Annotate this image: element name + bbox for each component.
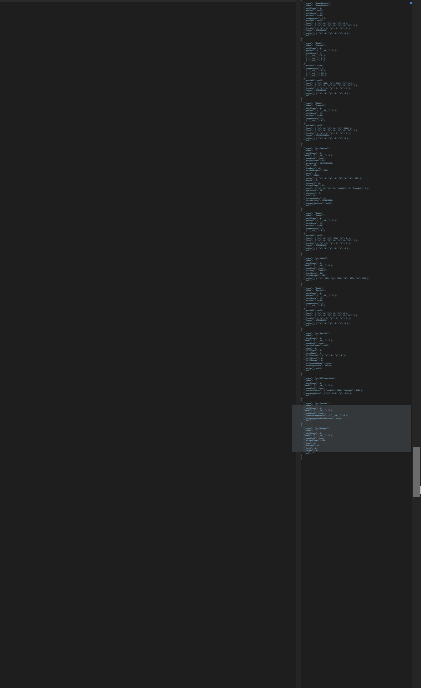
code-text: { "_type": "GameObject", "_name": "GameO… [301, 0, 370, 460]
scrollbar-track[interactable] [412, 0, 421, 688]
editor-top-bar [0, 0, 296, 2]
scrollbar-thumb[interactable] [413, 447, 420, 497]
code-editor[interactable]: { "_type": "GameObject", "_name": "GameO… [301, 0, 411, 688]
